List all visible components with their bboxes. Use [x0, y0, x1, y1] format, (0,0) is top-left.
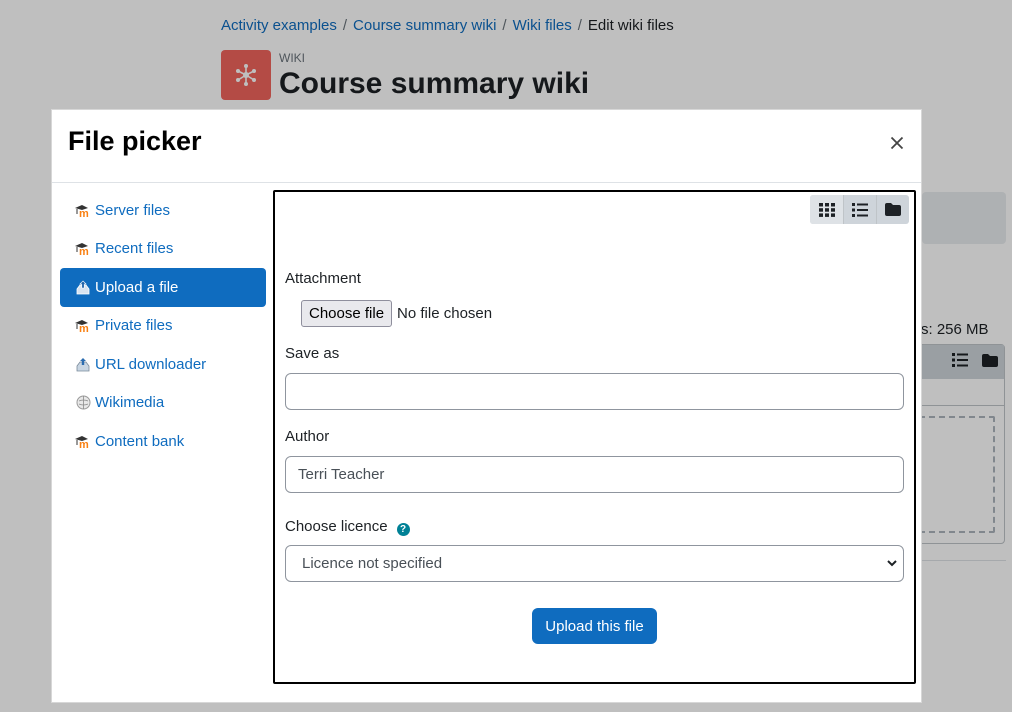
grid-icon: [818, 202, 835, 217]
no-file-chosen-text: No file chosen: [397, 305, 493, 322]
repo-item-upload-a-file[interactable]: Upload a file: [60, 268, 266, 307]
modal-header: File picker: [52, 110, 921, 183]
licence-selected-value: Licence not specified: [302, 555, 443, 572]
repo-item-label: Wikimedia: [95, 394, 165, 412]
url-downloader-icon: [74, 356, 92, 372]
svg-text:m: m: [79, 246, 89, 255]
question-circle-icon[interactable]: ?: [396, 523, 410, 536]
save-as-input[interactable]: [285, 373, 904, 410]
repo-item-label: Upload a file: [95, 278, 179, 296]
author-input[interactable]: [285, 456, 904, 493]
licence-select[interactable]: Licence not specified: [285, 545, 904, 582]
close-icon: [890, 136, 904, 149]
author-label: Author: [285, 428, 330, 445]
svg-text:m: m: [79, 439, 89, 448]
upload-this-file-button[interactable]: Upload this file: [532, 608, 657, 644]
file-picker-dialog: File picker m Server files m Recent file…: [51, 109, 922, 703]
licence-label-row: Choose licence?: [285, 518, 410, 536]
repo-item-label: Recent files: [95, 240, 174, 258]
repo-item-wikimedia[interactable]: Wikimedia: [60, 384, 266, 423]
svg-text:m: m: [79, 323, 89, 332]
chevron-down-icon: [887, 560, 897, 567]
repo-item-content-bank[interactable]: m Content bank: [60, 422, 266, 461]
view-list-button[interactable]: [843, 195, 876, 224]
file-chooser: Choose file No file chosen: [301, 300, 492, 327]
repo-item-private-files[interactable]: m Private files: [60, 307, 266, 346]
upload-panel: Attachment Choose file No file chosen Sa…: [273, 190, 916, 684]
choose-file-button[interactable]: Choose file: [301, 300, 393, 327]
repo-item-label: Content bank: [95, 432, 185, 450]
repo-item-label: Private files: [95, 317, 173, 335]
moodle-icon: m: [74, 202, 92, 218]
licence-label: Choose licence: [285, 518, 388, 535]
folder-icon: [885, 203, 901, 216]
save-as-label: Save as: [285, 345, 340, 362]
repo-item-url-downloader[interactable]: URL downloader: [60, 345, 266, 384]
repo-item-label: URL downloader: [95, 355, 207, 373]
wikimedia-icon: [74, 395, 92, 411]
moodle-icon: m: [74, 241, 92, 257]
moodle-icon: m: [74, 318, 92, 334]
repo-item-label: Server files: [95, 201, 171, 219]
upload-icon: [74, 279, 92, 295]
attachment-label: Attachment: [285, 270, 361, 287]
repository-list: m Server files m Recent files Upload a f…: [60, 191, 266, 461]
modal-title: File picker: [68, 126, 202, 156]
view-icons-button[interactable]: [810, 195, 843, 224]
view-tree-button[interactable]: [876, 195, 909, 224]
list-icon: [852, 202, 868, 217]
repo-item-server-files[interactable]: m Server files: [60, 191, 266, 230]
close-button[interactable]: [887, 132, 907, 156]
moodle-icon: m: [74, 433, 92, 449]
view-mode-toggle-group: [810, 195, 909, 224]
svg-text:m: m: [79, 208, 89, 217]
repo-item-recent-files[interactable]: m Recent files: [60, 230, 266, 269]
